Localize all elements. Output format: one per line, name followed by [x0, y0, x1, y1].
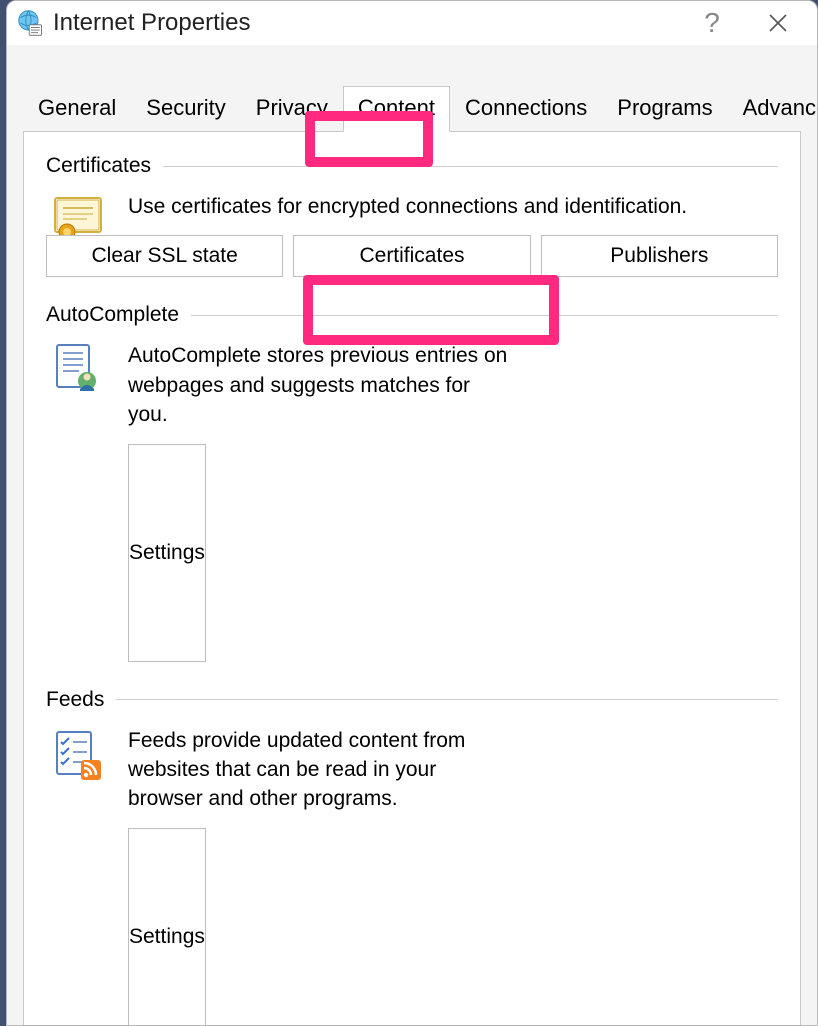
title-bar: Internet Properties ?: [7, 1, 817, 45]
certificates-button[interactable]: Certificates: [293, 235, 530, 277]
publishers-button[interactable]: Publishers: [541, 235, 778, 277]
autocomplete-icon: [46, 341, 110, 661]
divider: [116, 699, 778, 700]
tab-page-content: Certificates: [23, 131, 801, 1026]
group-certificates: Certificates: [46, 154, 778, 277]
autocomplete-description: AutoComplete stores previous entries on …: [128, 341, 508, 429]
window-title: Internet Properties: [53, 9, 679, 37]
group-header-feeds: Feeds: [46, 688, 778, 712]
feeds-settings-button[interactable]: Settings: [128, 828, 206, 1026]
tab-security[interactable]: Security: [131, 86, 240, 131]
dialog-window: Internet Properties ? General Security P…: [6, 0, 818, 1026]
group-autocomplete: AutoComplete: [46, 303, 778, 661]
group-header-certificates: Certificates: [46, 154, 778, 178]
group-label: AutoComplete: [46, 303, 179, 327]
group-label: Feeds: [46, 688, 104, 712]
tab-programs[interactable]: Programs: [602, 86, 727, 131]
group-header-autocomplete: AutoComplete: [46, 303, 778, 327]
internet-options-icon: [17, 9, 45, 37]
tab-connections[interactable]: Connections: [450, 86, 602, 131]
feeds-description: Feeds provide updated content from websi…: [128, 726, 508, 814]
certificates-description: Use certificates for encrypted connectio…: [128, 192, 778, 221]
client-area: General Security Privacy Content Connect…: [7, 45, 817, 1026]
close-button[interactable]: [745, 1, 811, 45]
tab-privacy[interactable]: Privacy: [241, 86, 343, 131]
group-label: Certificates: [46, 154, 151, 178]
group-feeds: Feeds: [46, 688, 778, 1026]
feeds-icon: [46, 726, 110, 1026]
tab-content[interactable]: Content: [343, 86, 450, 132]
tab-strip: General Security Privacy Content Connect…: [7, 45, 817, 131]
divider: [163, 166, 778, 167]
close-icon: [768, 13, 788, 33]
divider: [191, 315, 778, 316]
tab-advanced[interactable]: Advanced: [728, 86, 818, 131]
help-button[interactable]: ?: [679, 1, 745, 45]
autocomplete-settings-button[interactable]: Settings: [128, 444, 206, 662]
clear-ssl-state-button[interactable]: Clear SSL state: [46, 235, 283, 277]
tab-general[interactable]: General: [23, 86, 131, 131]
